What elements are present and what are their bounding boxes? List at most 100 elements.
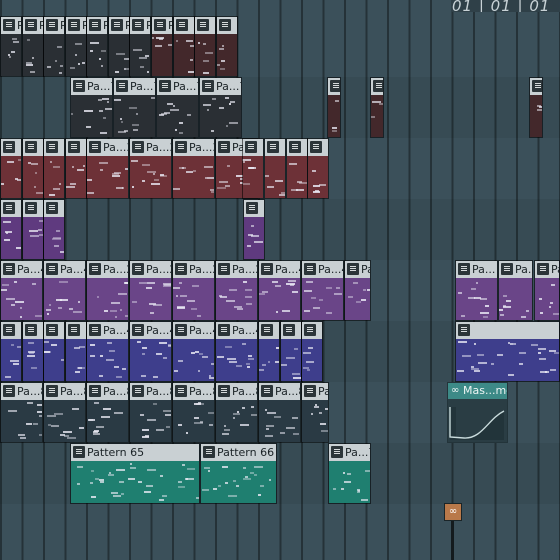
pattern-clip[interactable] (216, 16, 238, 77)
pattern-clip[interactable]: Pa...9 (108, 16, 130, 77)
pattern-clip[interactable]: Pa...4 (172, 321, 215, 382)
note-mark (53, 166, 60, 168)
pattern-clip[interactable]: Pa...9 (86, 16, 108, 77)
pattern-clip[interactable]: Pa...8 (43, 382, 86, 443)
note-mark (128, 478, 135, 480)
note-mark (79, 427, 84, 429)
note-mark (538, 348, 546, 350)
pattern-clip[interactable]: Pa...4 (215, 321, 258, 382)
pattern-clip[interactable] (0, 138, 22, 199)
pattern-clip[interactable]: Pa...4 (43, 260, 86, 321)
pattern-clip[interactable] (65, 138, 87, 199)
note-mark (204, 166, 213, 168)
pattern-icon (175, 263, 187, 275)
pattern-clip[interactable]: Pa...8 (172, 382, 215, 443)
pattern-clip[interactable] (22, 321, 44, 382)
pattern-clip[interactable]: Pa...2 (215, 260, 258, 321)
pattern-clip[interactable]: Pa...7 (199, 77, 242, 138)
pattern-clip[interactable]: Pa...3 (129, 138, 172, 199)
pattern-clip[interactable]: Pa...4 (86, 321, 129, 382)
pattern-clip[interactable]: Pa...7 (113, 77, 156, 138)
note-mark (243, 281, 247, 283)
pattern-clip[interactable]: Pattern 66 (200, 443, 277, 504)
pattern-clip[interactable] (0, 199, 22, 260)
pattern-clip[interactable] (286, 138, 308, 199)
automation-clip[interactable]: ∞ Mas...me (447, 382, 508, 443)
pattern-clip[interactable]: Pa...4 (301, 260, 344, 321)
note-mark (82, 62, 85, 64)
pattern-clip[interactable]: Pa...4 (0, 260, 43, 321)
pattern-clip[interactable] (43, 199, 65, 260)
pattern-clip[interactable]: Pa...3 (86, 138, 129, 199)
pattern-clip[interactable]: Pa...4 (129, 321, 172, 382)
pattern-clip[interactable]: Pa... (498, 260, 533, 321)
note-mark (219, 107, 224, 109)
pattern-clip[interactable] (455, 321, 560, 382)
pattern-clip[interactable]: Pa...3 (172, 138, 215, 199)
pattern-clip[interactable] (173, 16, 195, 77)
clip-notes (345, 278, 370, 320)
note-mark (186, 171, 193, 173)
pattern-clip[interactable] (529, 77, 543, 138)
note-mark (109, 350, 115, 352)
pattern-clip[interactable]: Pa...9 (22, 16, 44, 77)
pattern-clip[interactable]: Pa...9 (0, 16, 22, 77)
note-mark (178, 481, 182, 483)
pattern-icon (537, 263, 549, 275)
pattern-clip[interactable]: Pa... (455, 260, 498, 321)
pattern-clip[interactable]: Pa...7 (328, 443, 371, 504)
pattern-clip[interactable] (242, 138, 264, 199)
link-icon[interactable]: ∞ (444, 503, 462, 521)
pattern-clip[interactable]: Pa...2 (172, 260, 215, 321)
clip-notes (243, 156, 263, 198)
pattern-clip[interactable]: Pa...8 (86, 382, 129, 443)
pattern-clip[interactable]: Pa...8 (258, 382, 301, 443)
timeline-ruler[interactable]: 01 | 01 | 01 (452, 0, 560, 12)
pattern-clip[interactable]: Pa...2 (129, 260, 172, 321)
pattern-clip[interactable] (194, 16, 216, 77)
pattern-clip[interactable]: Pa...8 (215, 382, 258, 443)
pattern-clip[interactable] (301, 321, 323, 382)
pattern-clip[interactable]: Pa...7 (70, 77, 113, 138)
pattern-clip[interactable] (264, 138, 286, 199)
pattern-clip[interactable] (280, 321, 302, 382)
pattern-clip[interactable]: Pa...2 (86, 260, 129, 321)
pattern-clip[interactable]: Pa...4 (258, 260, 301, 321)
pattern-clip[interactable]: Pa...8 (129, 382, 172, 443)
pattern-clip[interactable] (65, 321, 87, 382)
pattern-clip[interactable] (43, 138, 65, 199)
pattern-clip[interactable] (243, 199, 265, 260)
note-mark (50, 161, 52, 163)
note-mark (145, 55, 149, 57)
pattern-clip[interactable] (370, 77, 384, 138)
pattern-clip[interactable] (258, 321, 280, 382)
pattern-clip[interactable] (307, 138, 329, 199)
pattern-clip[interactable]: Pa...8 (301, 382, 329, 443)
pattern-clip[interactable] (22, 138, 44, 199)
note-mark (122, 368, 126, 370)
pattern-clip[interactable]: Pa...9 (65, 16, 87, 77)
pattern-clip[interactable]: Pa...0 (151, 16, 173, 77)
pattern-clip[interactable]: Pa...7 (156, 77, 199, 138)
note-mark (198, 370, 200, 372)
clip-header: Pa...0 (152, 17, 172, 35)
note-mark (32, 57, 34, 59)
pattern-clip[interactable]: Pattern 65 (70, 443, 200, 504)
note-mark (468, 297, 475, 299)
pattern-clip[interactable] (0, 321, 22, 382)
pattern-clip[interactable]: Pa...2 (344, 260, 371, 321)
pattern-icon (267, 141, 279, 153)
pattern-clip[interactable]: Pa...9 (43, 16, 65, 77)
track-lane[interactable] (0, 199, 560, 260)
pattern-clip[interactable] (327, 77, 341, 138)
pattern-icon (202, 80, 214, 92)
pattern-clip[interactable]: Pa... (534, 260, 560, 321)
note-mark (186, 40, 193, 42)
pattern-icon (116, 80, 128, 92)
pattern-clip[interactable]: Pa...9 (129, 16, 151, 77)
clip-label: Pa...4 (232, 324, 257, 337)
pattern-clip[interactable]: Pa...8 (0, 382, 43, 443)
pattern-clip[interactable] (22, 199, 44, 260)
note-mark (480, 312, 489, 314)
pattern-clip[interactable] (43, 321, 65, 382)
